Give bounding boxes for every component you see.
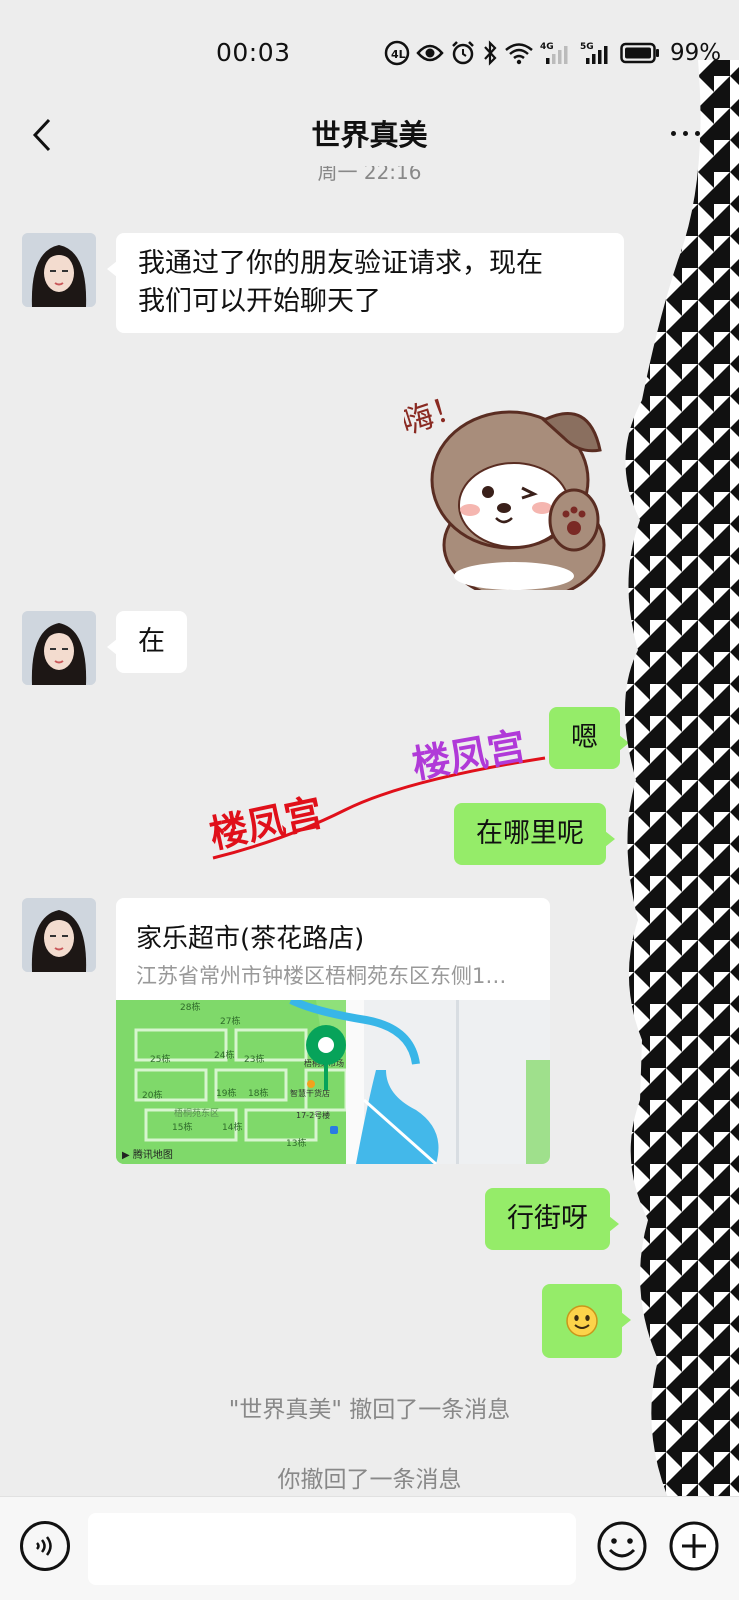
- map-credit: ▶ 腾讯地图: [122, 1150, 173, 1161]
- signal-5g-icon: 5G: [580, 42, 608, 64]
- map-label: 25栋: [150, 1053, 170, 1065]
- map-label: 梧桐苑东区: [174, 1107, 219, 1119]
- map-label: 24栋: [214, 1049, 234, 1061]
- watermark-text: 楼凤宫: [206, 790, 327, 857]
- map-label: 23栋: [244, 1053, 264, 1065]
- message-bubble-outgoing[interactable]: 行街呀: [485, 1188, 619, 1250]
- message-bubble-incoming[interactable]: 我通过了你的朋友验证请求，现在 我们可以开始聊天了: [107, 233, 624, 333]
- alarm-icon: [452, 41, 474, 65]
- message-text: 在: [138, 626, 165, 657]
- contact-avatar[interactable]: [22, 898, 96, 972]
- smile-emoji-icon: [566, 1305, 598, 1337]
- hd-call-icon: 4L: [384, 40, 410, 66]
- message-bubble-outgoing[interactable]: [542, 1284, 631, 1358]
- sticker-message[interactable]: 嗨！: [396, 380, 626, 602]
- emoji-button[interactable]: [596, 1520, 648, 1572]
- map-label: 19栋: [216, 1087, 236, 1099]
- emoji-icon: [597, 1521, 647, 1571]
- map-label: 20栋: [142, 1089, 162, 1101]
- decorative-pattern-overlay: [618, 60, 739, 1520]
- signal-4g-icon: 4G: [540, 42, 568, 64]
- message-text: 我们可以开始聊天了: [138, 286, 381, 317]
- status-time: 00:03: [216, 38, 291, 67]
- watermark-text: 楼凤宫: [409, 724, 529, 787]
- map-label: 13栋: [286, 1137, 306, 1149]
- location-map: 28栋 27栋 25栋 24栋 23栋 20栋 19栋 18栋 15栋 14栋 …: [116, 1000, 550, 1164]
- more-actions-button[interactable]: [668, 1520, 720, 1572]
- bluetooth-icon: [484, 40, 497, 66]
- map-label: 18栋: [248, 1087, 268, 1099]
- input-bar: [0, 1496, 739, 1600]
- location-address: 江苏省常州市钟楼区梧桐苑东区东侧1…: [136, 964, 507, 988]
- message-text: 我通过了你的朋友验证请求，现在: [138, 248, 543, 279]
- location-name: 家乐超市(茶花路店): [136, 924, 365, 954]
- wifi-icon: [505, 43, 533, 65]
- message-text: 嗯: [571, 722, 598, 753]
- contact-avatar[interactable]: [22, 611, 96, 685]
- eye-icon: [416, 44, 444, 62]
- map-label: 15栋: [172, 1121, 192, 1133]
- voice-button[interactable]: [20, 1521, 70, 1571]
- message-text: 行街呀: [507, 1203, 588, 1234]
- plus-icon: [669, 1521, 719, 1571]
- map-label: 28栋: [180, 1001, 200, 1013]
- map-label: 14栋: [222, 1121, 242, 1133]
- contact-avatar[interactable]: [22, 233, 96, 307]
- watermark-overlay: 楼凤宫 楼凤宫: [205, 700, 565, 880]
- voice-icon: [36, 1536, 52, 1556]
- svg-text:4G: 4G: [540, 42, 554, 52]
- message-input[interactable]: [88, 1513, 576, 1585]
- svg-text:4L: 4L: [391, 48, 406, 61]
- map-label: 27栋: [220, 1015, 240, 1027]
- location-card[interactable]: 家乐超市(茶花路店) 江苏省常州市钟楼区梧桐苑东区东侧1… 28栋 27栋 25…: [116, 898, 550, 1164]
- map-label: 17-2号楼: [296, 1110, 330, 1120]
- svg-text:5G: 5G: [580, 42, 594, 52]
- message-bubble-incoming[interactable]: 在: [107, 611, 187, 673]
